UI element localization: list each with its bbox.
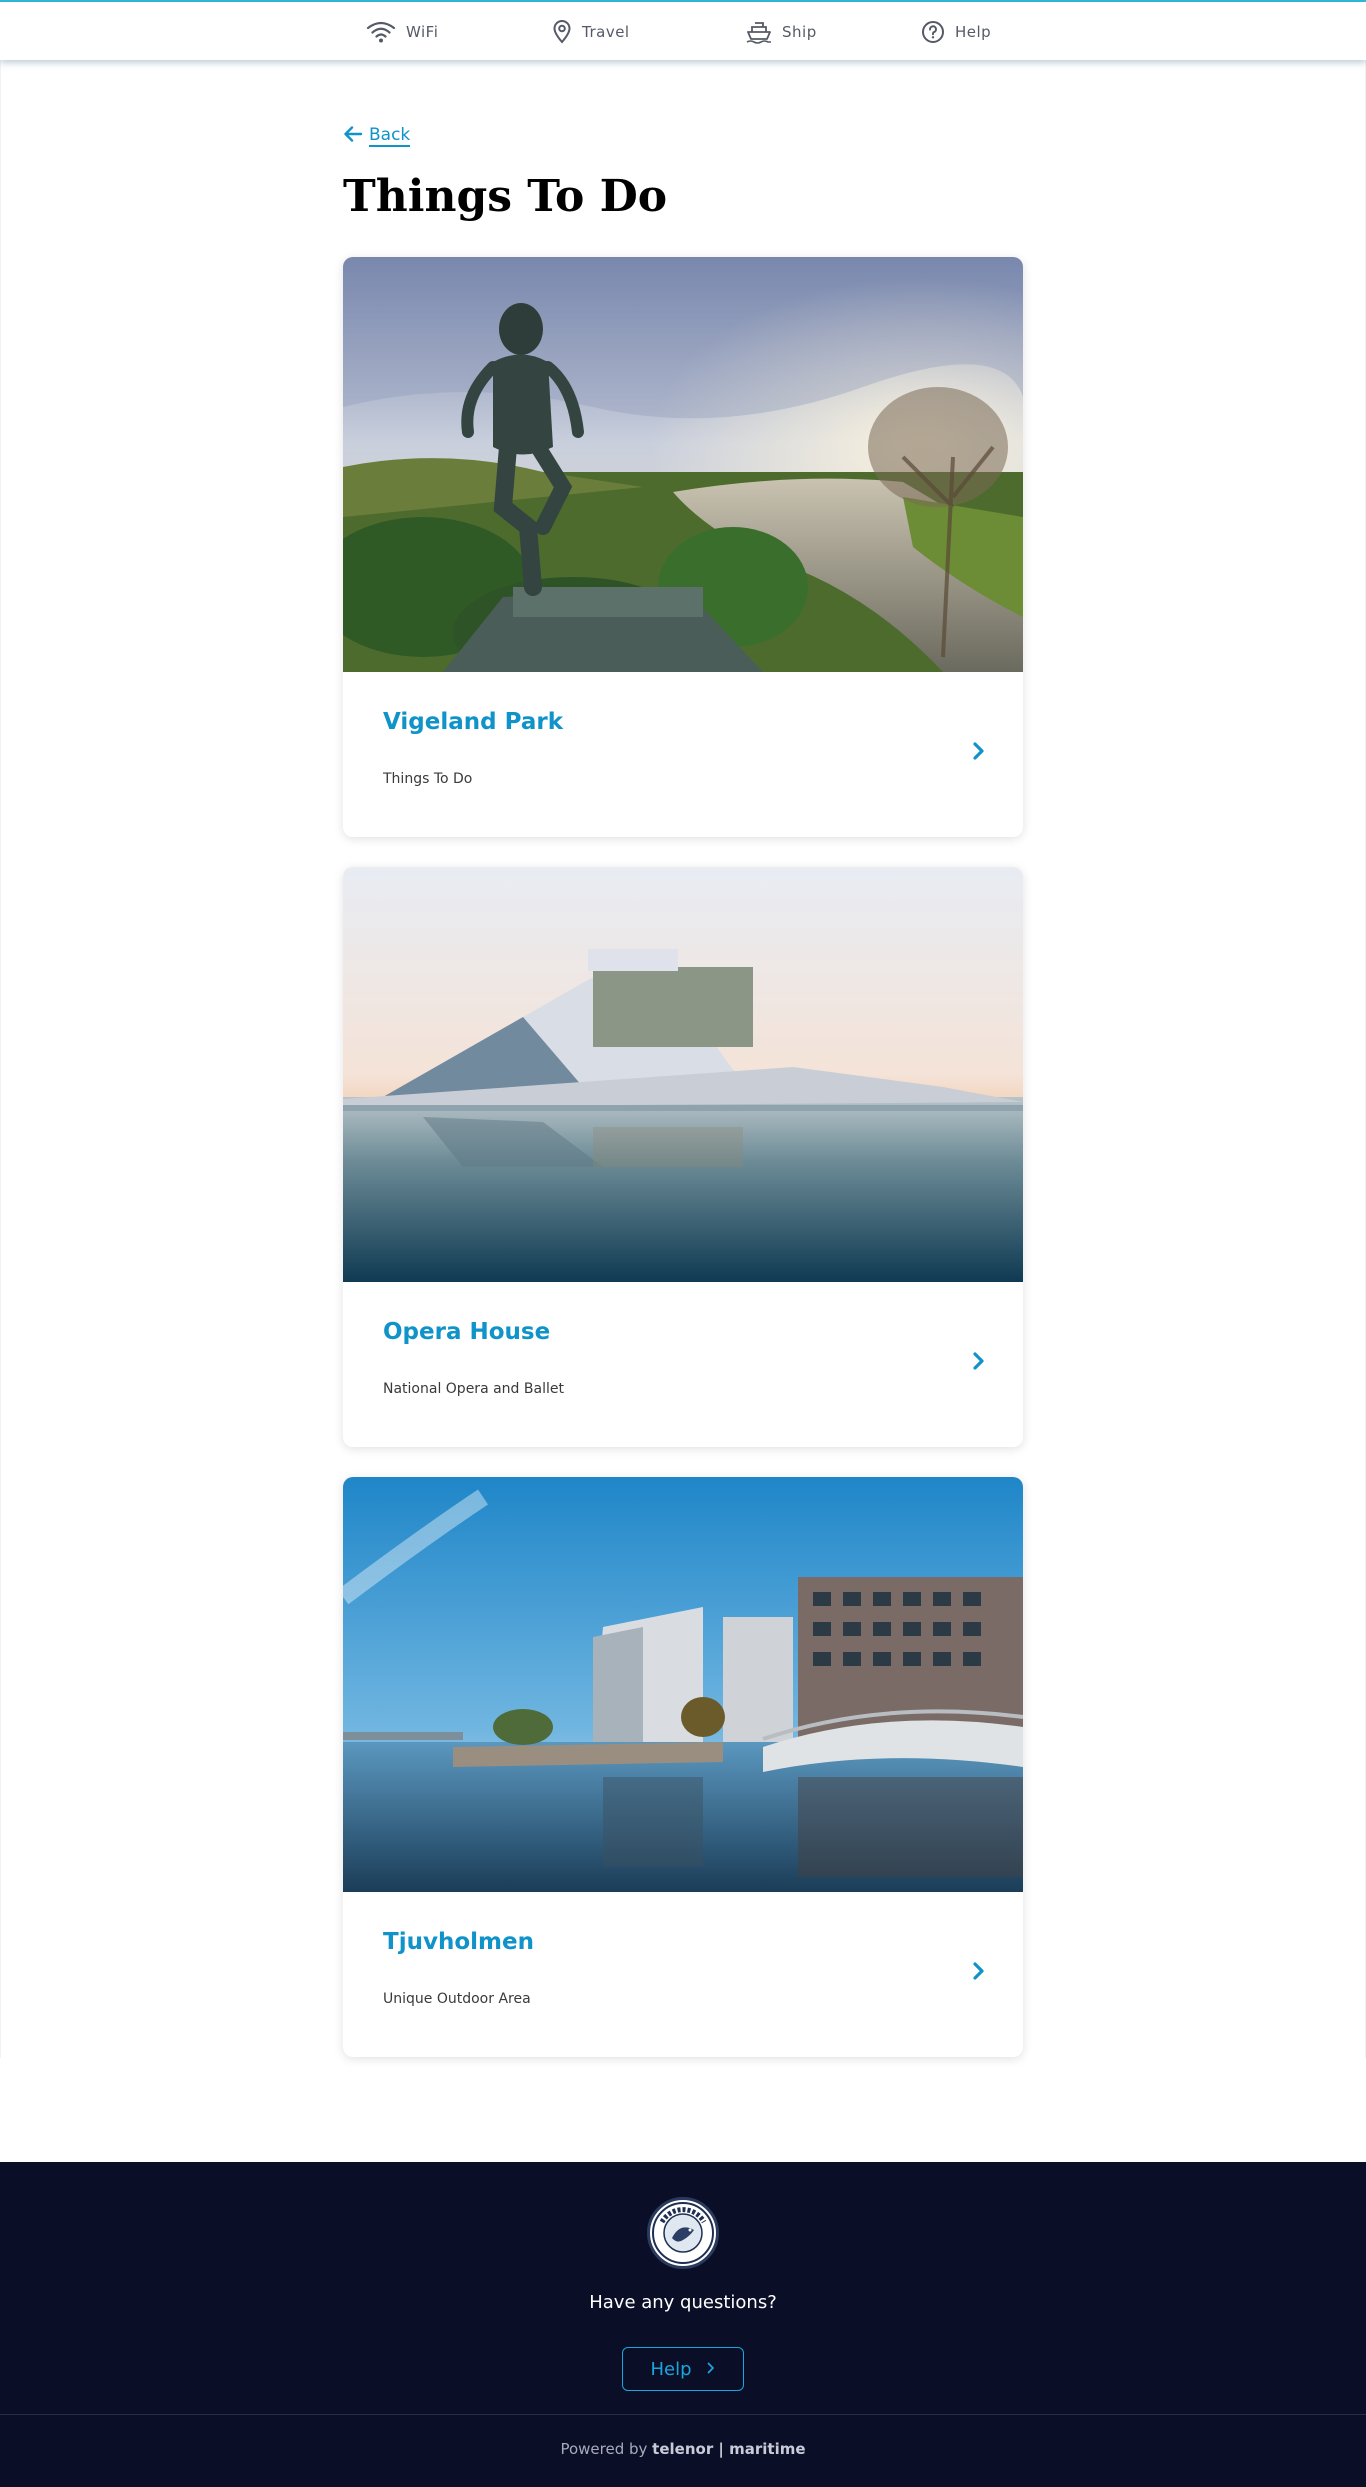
smyril-line-logo (647, 2197, 719, 2269)
ship-icon (746, 20, 772, 44)
card-title: Vigeland Park (383, 709, 563, 735)
wifi-icon (366, 20, 396, 44)
opera-house-photo (343, 867, 1023, 1282)
nav-item-ship[interactable]: Ship (746, 18, 817, 46)
top-navigation: WiFi Travel Ship Help (0, 0, 1366, 60)
powered-by: Powered by telenor | maritime (0, 2440, 1366, 2458)
map-pin-icon (552, 20, 572, 44)
statue-park-photo (343, 257, 1023, 672)
nav-item-wifi[interactable]: WiFi (366, 18, 438, 46)
card-tjuvholmen[interactable]: Tjuvholmen Unique Outdoor Area (343, 1477, 1023, 2057)
telenor-maritime-brand: telenor | maritime (652, 2440, 806, 2458)
nav-label-travel: Travel (582, 23, 630, 41)
nav-label-wifi: WiFi (406, 23, 439, 41)
footer-question: Have any questions? (589, 2292, 777, 2313)
nav-item-travel[interactable]: Travel (552, 18, 630, 46)
nav-label-ship: Ship (782, 23, 817, 41)
back-link[interactable]: Back (343, 124, 411, 148)
card-subtitle: National Opera and Ballet (383, 1381, 564, 1397)
footer: Have any questions? Help Powered by tele… (0, 2162, 1366, 2487)
question-circle-icon (921, 20, 945, 44)
chevron-right-icon (969, 1349, 989, 1373)
nav-item-help[interactable]: Help (921, 18, 991, 46)
nav-label-help: Help (955, 23, 992, 41)
card-title: Tjuvholmen (383, 1929, 534, 1955)
card-opera-house[interactable]: Opera House National Opera and Ballet (343, 867, 1023, 1447)
footer-help-button[interactable]: Help (622, 2347, 744, 2391)
footer-help-label: Help (650, 2358, 692, 2380)
chevron-right-icon (706, 2359, 716, 2380)
footer-divider (0, 2414, 1366, 2415)
card-vigeland-park[interactable]: Vigeland Park Things To Do (343, 257, 1023, 837)
card-subtitle: Unique Outdoor Area (383, 1991, 531, 2007)
chevron-right-icon (969, 739, 989, 763)
card-subtitle: Things To Do (383, 771, 473, 787)
card-title: Opera House (383, 1319, 551, 1345)
back-label: Back (369, 124, 411, 147)
waterfront-buildings-photo (343, 1477, 1023, 1892)
arrow-left-icon (343, 124, 363, 148)
powered-prefix: Powered by (560, 2440, 648, 2458)
page-title: Things To Do (343, 171, 668, 222)
chevron-right-icon (969, 1959, 989, 1983)
